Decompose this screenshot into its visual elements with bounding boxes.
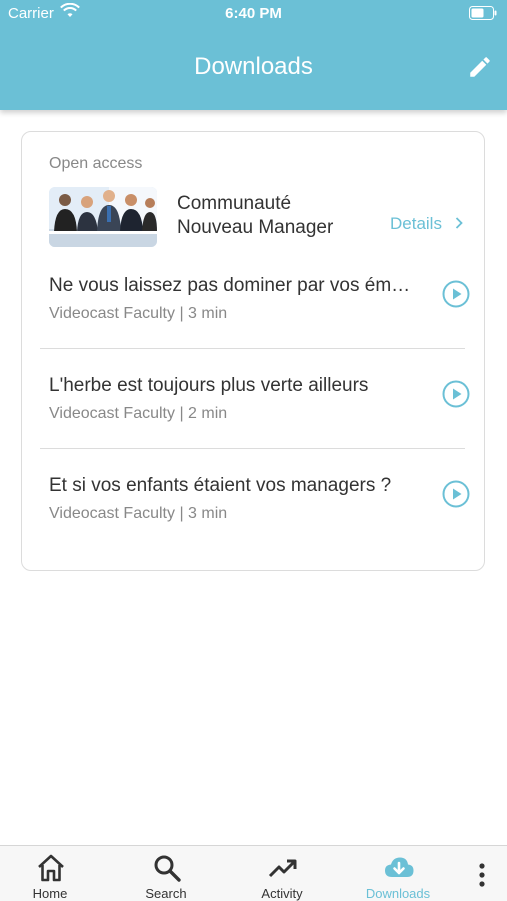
item-meta: Videocast Faculty | 2 min [49,405,228,422]
course-title: Communauté Nouveau Manager [177,192,377,240]
tab-search[interactable]: Search [121,846,211,901]
more-vertical-icon[interactable] [466,846,498,901]
tab-label: Search [145,886,187,901]
play-circle-icon[interactable] [442,380,470,408]
list-item[interactable]: Ne vous laissez pas dominer par vos émot… [22,275,484,375]
item-title: L'herbe est toujours plus verte ailleurs [49,375,369,396]
business-team-image [49,187,157,247]
section-label: Open access [49,155,143,172]
trending-up-icon [268,859,297,878]
item-meta: Videocast Faculty | 3 min [49,505,228,522]
tab-label: Home [32,886,68,901]
search-icon [154,855,181,882]
list-item[interactable]: L'herbe est toujours plus verte ailleurs… [22,375,484,475]
battery-icon [469,6,497,20]
list-item[interactable]: Et si vos enfants étaient vos managers ?… [22,475,484,575]
status-bar: Carrier 6:40 PM [0,0,507,30]
details-link[interactable]: Details [390,214,463,234]
tab-home[interactable]: Home [5,846,95,901]
course-title-line1: Communauté [177,193,292,214]
tab-downloads[interactable]: Downloads [353,846,443,901]
home-icon [38,854,64,882]
divider [40,448,465,449]
chevron-right-icon [455,217,463,229]
edit-pencil-icon[interactable] [467,54,493,80]
item-title: Ne vous laissez pas dominer par vos émot… [49,275,414,296]
download-card: Open access Communauté Nouveau Manager D… [21,131,485,571]
item-title: Et si vos enfants étaient vos managers ? [49,475,392,496]
tab-activity[interactable]: Activity [237,846,327,901]
course-title-line2: Nouveau Manager [177,217,334,238]
details-label: Details [390,214,442,233]
tab-bar: Home Search Activity Downloads [0,845,507,901]
play-circle-icon[interactable] [442,280,470,308]
cloud-download-icon [385,857,414,877]
tab-label: Downloads [365,886,431,901]
course-thumbnail [49,187,157,247]
page-title: Downloads [194,53,313,80]
tab-label: Activity [261,886,303,901]
app-header: Carrier 6:40 PM Downloads [0,0,507,110]
clock: 6:40 PM [225,5,282,22]
item-meta: Videocast Faculty | 3 min [49,305,228,322]
play-circle-icon[interactable] [442,480,470,508]
divider [40,348,465,349]
